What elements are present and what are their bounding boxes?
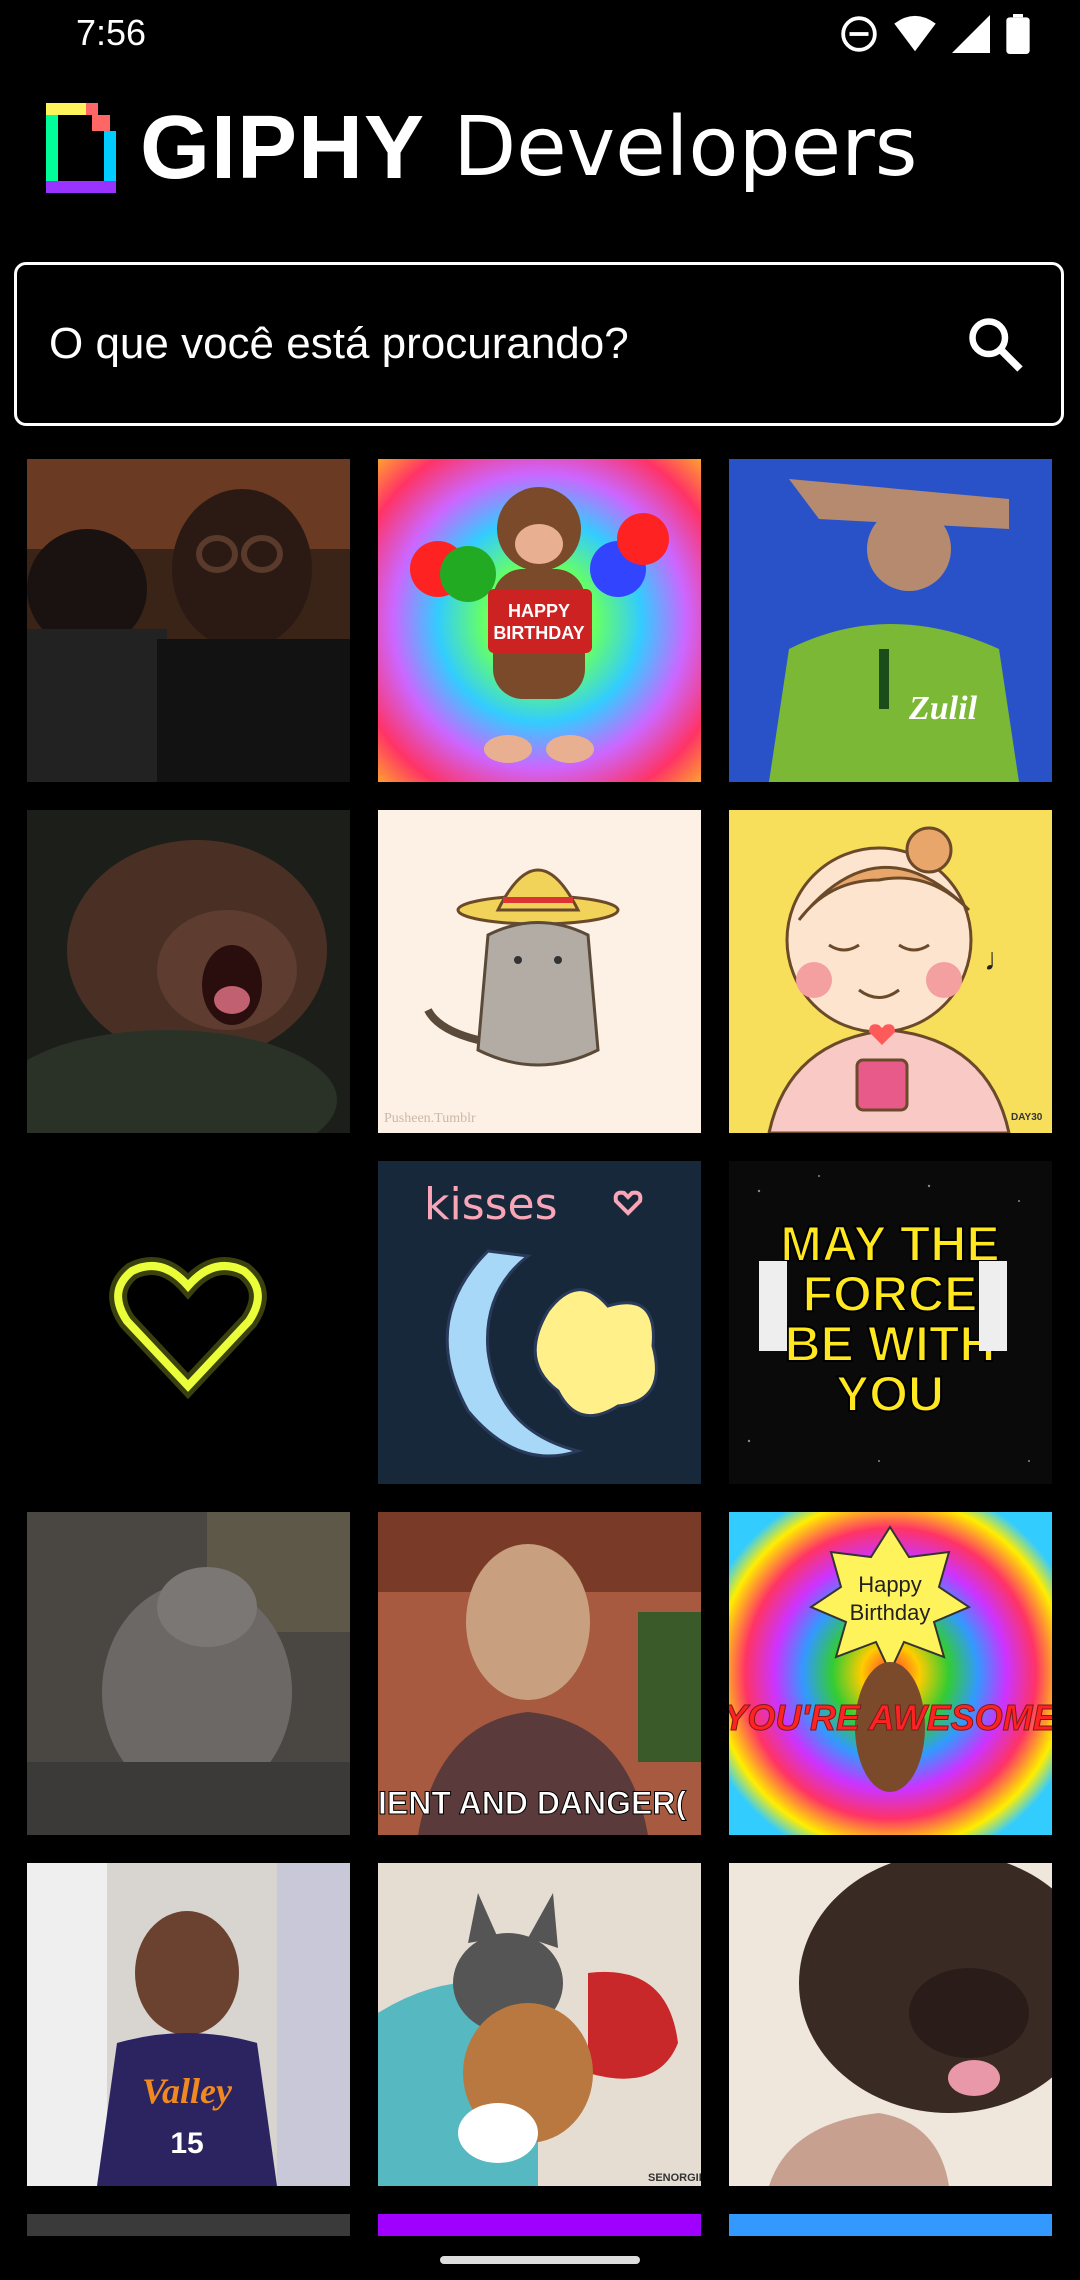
gif-tile[interactable]: [27, 810, 350, 1133]
gif-kisses-moon-star: kisses: [378, 1161, 701, 1484]
gif-sleeping-white-kitten: [27, 1512, 350, 1835]
gif-tile[interactable]: kisses: [378, 1161, 701, 1484]
svg-text:Happy: Happy: [858, 1572, 922, 1597]
gif-tile[interactable]: Zulil: [729, 459, 1052, 782]
svg-text:♩: ♩: [984, 941, 1016, 977]
svg-text:Valley: Valley: [142, 2071, 233, 2111]
svg-text:BIRTHDAY: BIRTHDAY: [493, 623, 584, 643]
gif-tile[interactable]: [729, 1863, 1052, 2186]
gif-pusheen-sombrero: Pusheen.Tumblr: [378, 810, 701, 1133]
svg-text:15: 15: [170, 2127, 203, 2160]
gif-soccer-player-salute: Zulil: [729, 459, 1052, 782]
gif-tile[interactable]: [27, 459, 350, 782]
gesture-nav-handle[interactable]: [440, 2256, 640, 2264]
gif-tile[interactable]: Valley 15: [27, 1863, 350, 2186]
gif-tile-partial[interactable]: [378, 2214, 701, 2236]
status-time: 7:56: [76, 12, 147, 53]
svg-text:MAY THE: MAY THE: [780, 1216, 1000, 1272]
do-not-disturb-icon: [841, 16, 877, 52]
svg-text:SENORGIF: SENORGIF: [648, 2172, 701, 2184]
svg-text:BE WITH: BE WITH: [784, 1316, 995, 1372]
gif-tile-partial[interactable]: [729, 2214, 1052, 2236]
gif-man-talking-dangerous: IENT AND DANGER(: [378, 1512, 701, 1835]
gif-tile[interactable]: HAPPY BIRTHDAY: [378, 459, 701, 782]
svg-text:YOU: YOU: [836, 1366, 944, 1422]
gif-tile[interactable]: SENORGIF: [378, 1863, 701, 2186]
battery-icon: [1006, 14, 1030, 54]
brand-header: GIPHY Developers: [46, 98, 918, 198]
svg-text:kisses: kisses: [424, 1179, 558, 1230]
gif-cartoon-girl-coffee-heart: ♩ DAY30: [729, 810, 1052, 1133]
gif-tile[interactable]: Happy Birthday YOU'RE AWESOME: [729, 1512, 1052, 1835]
wifi-icon: [894, 15, 936, 52]
brand-suffix: Developers: [453, 100, 918, 195]
gif-tile-partial[interactable]: [27, 2214, 350, 2236]
gif-grid-partial-row: [27, 2214, 1053, 2236]
gif-cat-hugging-teddy: SENORGIF: [378, 1863, 701, 2186]
brand-name: GIPHY: [140, 98, 426, 198]
gif-sloth-yawning: [27, 810, 350, 1133]
pusheen-watermark: Pusheen.Tumblr: [384, 1111, 476, 1126]
giphy-logo-icon: [46, 103, 116, 193]
status-bar: 7:56: [0, 0, 1080, 70]
gif-basketball-fans-goggles: [27, 459, 350, 782]
gif-tile[interactable]: IENT AND DANGER(: [378, 1512, 701, 1835]
svg-text:Zulil: Zulil: [908, 690, 978, 727]
gif-tile[interactable]: ♩ DAY30: [729, 810, 1052, 1133]
gif-monkey-happy-birthday: HAPPY BIRTHDAY: [378, 459, 701, 782]
gif-tile[interactable]: [27, 1161, 350, 1484]
svg-text:HAPPY: HAPPY: [508, 601, 570, 621]
gif-grid: HAPPY BIRTHDAY Zulil Pusheen.Tumblr ♩ DA…: [27, 459, 1053, 2186]
gif-happy-birthday-youre-awesome: Happy Birthday YOU'RE AWESOME: [729, 1512, 1052, 1835]
search-bar[interactable]: [14, 262, 1064, 426]
svg-text:IENT AND DANGER(: IENT AND DANGER(: [378, 1785, 686, 1821]
gif-basketball-player-laughing: Valley 15: [27, 1863, 350, 2186]
gif-neon-yellow-heart: [27, 1161, 350, 1484]
svg-text:Birthday: Birthday: [850, 1600, 931, 1625]
status-icons: [840, 14, 1030, 54]
gif-tile[interactable]: Pusheen.Tumblr: [378, 810, 701, 1133]
gif-may-the-force-be-with-you: MAY THE FORCE BE WITH YOU: [729, 1161, 1052, 1484]
svg-text:FORCE: FORCE: [803, 1266, 978, 1322]
search-icon[interactable]: [965, 314, 1025, 374]
svg-text:DAY30: DAY30: [1011, 1112, 1043, 1123]
svg-text:YOU'RE AWESOME: YOU'RE AWESOME: [729, 1697, 1052, 1738]
search-input[interactable]: [17, 264, 965, 424]
gif-tile[interactable]: MAY THE FORCE BE WITH YOU: [729, 1161, 1052, 1484]
gif-tile[interactable]: [27, 1512, 350, 1835]
cell-signal-icon: [952, 15, 990, 53]
gif-dog-licking: [729, 1863, 1052, 2186]
